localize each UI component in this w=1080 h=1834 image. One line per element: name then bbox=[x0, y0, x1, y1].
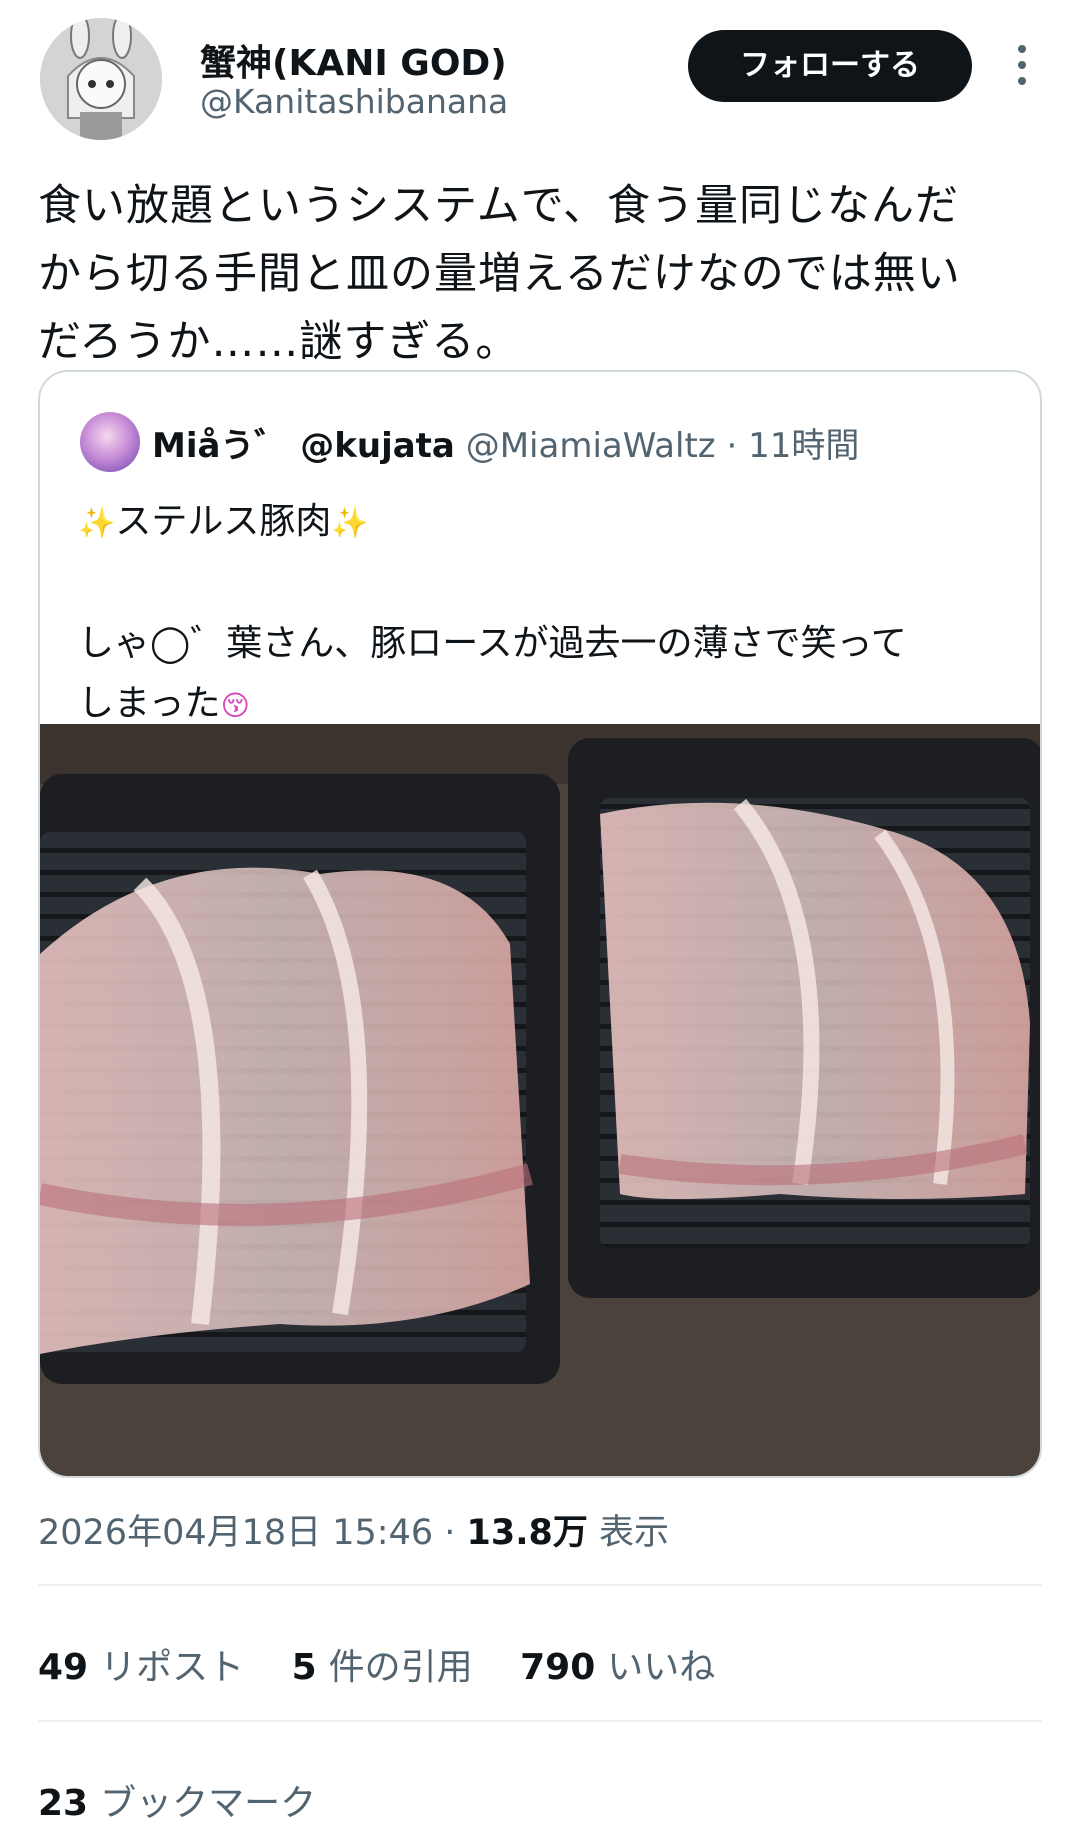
quoted-tweet-title: ステルス豚肉 bbox=[115, 501, 332, 542]
quoted-author-handle: @MiamiaWaltz bbox=[465, 426, 716, 466]
reposts-label: リポスト bbox=[100, 1647, 245, 1688]
quotes-count: 5 bbox=[291, 1647, 317, 1688]
tweet-timestamp-row: 2026年04月18日 15:46 · 13.8万 表示 bbox=[38, 1504, 669, 1555]
quoted-tweet-text: ✨ステルス豚肉✨ しゃ◯゛葉さん、豚ロースが過去一の薄さで笑って しまった😚 bbox=[78, 492, 1018, 736]
likes-label: いいね bbox=[607, 1647, 716, 1688]
sparkles-icon: ✨ bbox=[78, 506, 116, 541]
bookmarks-stat[interactable]: 23 ブックマーク bbox=[38, 1774, 316, 1826]
bookmarks-label: ブックマーク bbox=[100, 1783, 317, 1824]
quoted-tweet-meta: Miåう゛ @kujata @MiamiaWaltz · 11時間 bbox=[152, 418, 859, 467]
likes-count: 790 bbox=[520, 1647, 596, 1688]
divider bbox=[38, 1720, 1042, 1722]
view-count-label: 表示 bbox=[599, 1513, 670, 1553]
quotes-stat[interactable]: 5 件の引用 bbox=[292, 1647, 473, 1688]
reposts-count: 49 bbox=[38, 1647, 89, 1688]
author-avatar[interactable] bbox=[40, 18, 162, 140]
follow-button[interactable]: フォローする bbox=[688, 30, 972, 102]
quoted-tweet-title-line: ✨ステルス豚肉✨ bbox=[78, 492, 1018, 554]
author-display-name[interactable]: 蟹神(KANI GOD) bbox=[200, 34, 507, 86]
tweet-text-line: 食い放題というシステムで、食う量同じなんだ bbox=[38, 181, 959, 231]
tweet-text-line: から切る手間と皿の量増えるだけなのでは無い bbox=[38, 249, 961, 299]
tweet-text: 食い放題というシステムで、食う量同じなんだ から切る手間と皿の量増えるだけなので… bbox=[38, 172, 1048, 376]
quoted-tweet-line: しまった bbox=[78, 683, 221, 724]
tweet-timestamp[interactable]: 2026年04月18日 15:46 bbox=[38, 1513, 433, 1553]
engagement-stats: 49 リポスト 5 件の引用 790 いいね bbox=[38, 1638, 751, 1690]
view-count: 13.8万 bbox=[466, 1513, 588, 1553]
divider bbox=[38, 1584, 1042, 1586]
quoted-tweet-line: しゃ◯゛葉さん、豚ロースが過去一の薄さで笑って bbox=[78, 623, 907, 664]
author-handle[interactable]: @Kanitashibanana bbox=[200, 82, 508, 121]
tweet-header: 蟹神(KANI GOD) @Kanitashibanana フォローする bbox=[0, 0, 1080, 150]
quoted-author-avatar bbox=[80, 412, 140, 472]
quoted-tweet-card[interactable]: Miåう゛ @kujata @MiamiaWaltz · 11時間 ✨ステルス豚… bbox=[38, 370, 1042, 1478]
separator-dot: · bbox=[444, 1513, 467, 1553]
reposts-stat[interactable]: 49 リポスト bbox=[38, 1647, 244, 1688]
sparkles-icon: ✨ bbox=[331, 506, 369, 541]
quoted-tweet-time: 11時間 bbox=[748, 426, 860, 466]
likes-stat[interactable]: 790 いいね bbox=[520, 1647, 715, 1688]
more-options-icon[interactable] bbox=[1012, 45, 1032, 91]
separator-dot: · bbox=[726, 426, 738, 466]
tweet-text-line: だろうか……謎すぎる。 bbox=[38, 317, 520, 367]
bookmarks-count: 23 bbox=[38, 1783, 89, 1824]
kissing-face-icon: 😚 bbox=[220, 689, 250, 722]
quoted-tweet-photo[interactable] bbox=[40, 724, 1042, 1478]
quotes-label: 件の引用 bbox=[328, 1647, 473, 1688]
quoted-author-name: Miåう゛ @kujata bbox=[152, 426, 455, 466]
